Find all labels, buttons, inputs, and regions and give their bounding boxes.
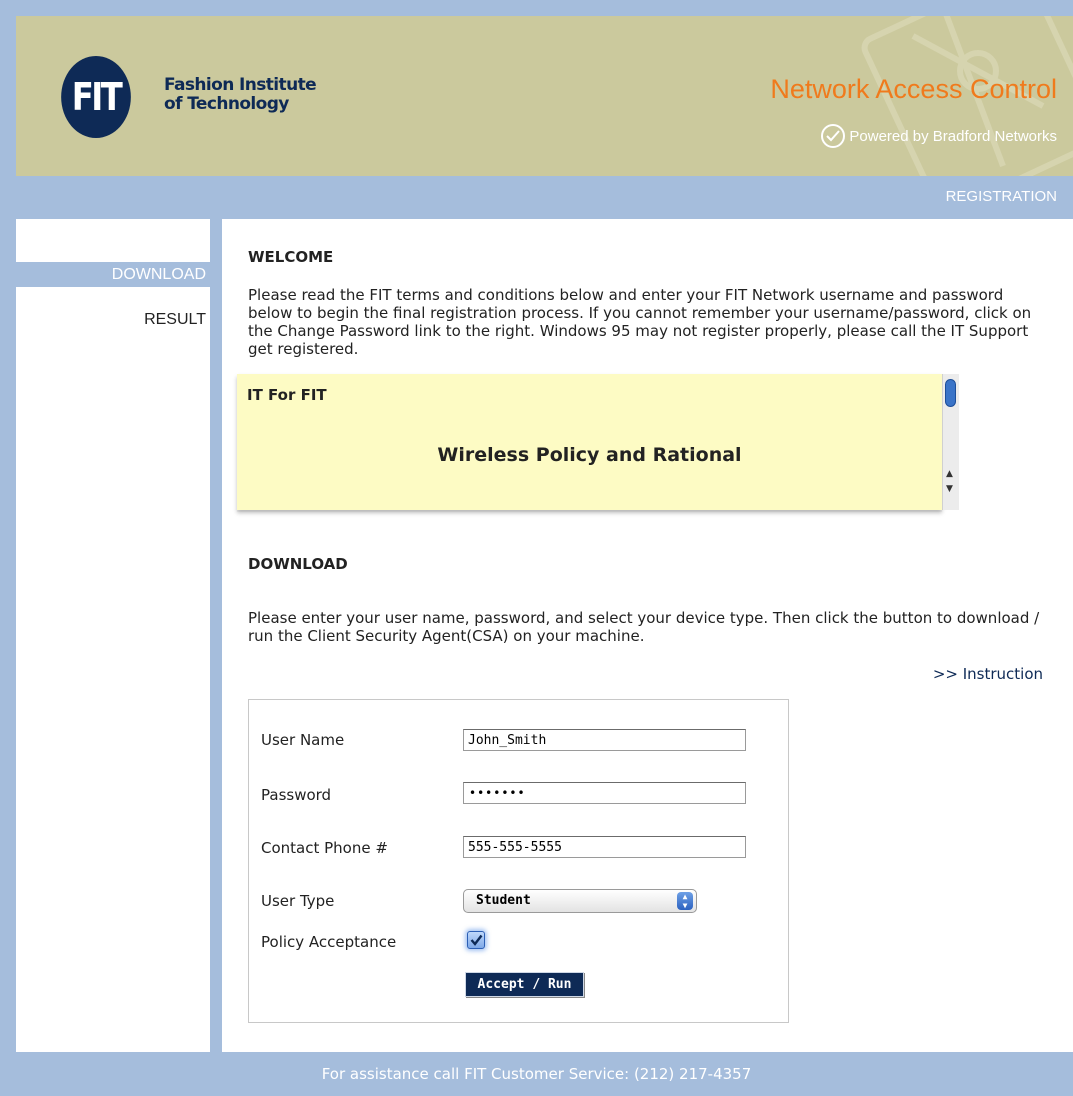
usertype-selected-value: Student [476, 893, 531, 908]
sidebar: DOWNLOAD RESULT [16, 219, 210, 1052]
checkmark-icon [470, 934, 482, 946]
registration-form: User Name Password ••••••• Contact Phone… [248, 699, 789, 1023]
download-title: DOWNLOAD [248, 555, 348, 573]
footer-assistance: For assistance call FIT Customer Service… [321, 1065, 752, 1083]
sidebar-item-result[interactable]: RESULT [16, 307, 210, 332]
welcome-title: WELCOME [248, 248, 334, 266]
org-name-line2: of Technology [164, 94, 289, 114]
checkmark-circle-icon [821, 124, 846, 148]
fit-logo: FIT [61, 56, 131, 138]
phone-label: Contact Phone # [261, 839, 388, 857]
instruction-link[interactable]: >> Instruction [933, 665, 1043, 683]
logo-mark: FIT [71, 75, 123, 119]
nav-current-section: REGISTRATION [945, 188, 1057, 205]
welcome-text: Please read the FIT terms and conditions… [248, 286, 1032, 358]
scroll-down-arrow-icon[interactable]: ▼ [946, 484, 953, 494]
scroll-up-arrow-icon[interactable]: ▲ [946, 469, 953, 479]
app-title: Network Access Control [770, 74, 1057, 104]
org-name: Fashion Institute of Technology [164, 75, 317, 114]
page-frame: FIT Fashion Institute of Technology Netw… [0, 0, 1073, 1096]
select-arrows-icon: ▲ ▼ [677, 892, 693, 910]
main-content: WELCOME Please read the FIT terms and co… [222, 219, 1073, 1052]
policy-panel: IT For FIT Wireless Policy and Rational … [237, 374, 959, 512]
sidebar-item-download[interactable]: DOWNLOAD [16, 262, 210, 287]
policy-org: IT For FIT [247, 386, 327, 404]
nav-bar: REGISTRATION [16, 176, 1073, 219]
org-name-line1: Fashion Institute [164, 75, 317, 95]
policy-content: IT For FIT Wireless Policy and Rational [237, 374, 942, 510]
usertype-select[interactable]: Student ▲ ▼ [463, 889, 697, 913]
password-input[interactable]: ••••••• [463, 782, 746, 804]
phone-input[interactable] [463, 836, 746, 858]
policy-scrollbar[interactable]: ▲ ▼ [942, 374, 959, 510]
password-label: Password [261, 786, 332, 804]
powered-by: Powered by Bradford Networks [821, 124, 1057, 148]
accept-run-button[interactable]: Accept / Run [465, 972, 584, 997]
powered-by-text: Powered by Bradford Networks [849, 127, 1057, 145]
header-banner: FIT Fashion Institute of Technology Netw… [16, 16, 1073, 176]
username-input[interactable] [463, 729, 746, 751]
scrollbar-thumb[interactable] [945, 379, 956, 407]
policy-acceptance-checkbox[interactable] [467, 931, 485, 949]
username-label: User Name [261, 731, 345, 749]
usertype-label: User Type [261, 892, 335, 910]
policy-acceptance-label: Policy Acceptance [261, 933, 397, 951]
download-text: Please enter your user name, password, a… [248, 609, 1040, 645]
policy-heading: Wireless Policy and Rational [437, 444, 742, 466]
